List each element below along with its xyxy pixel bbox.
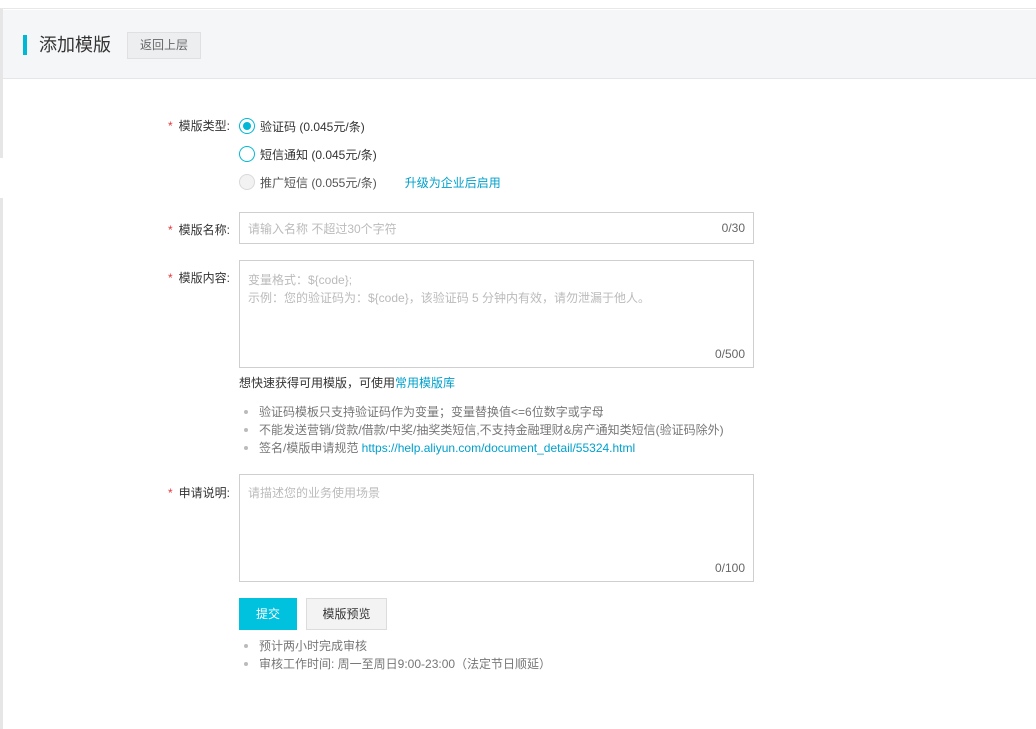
radio-unchecked-icon[interactable] — [239, 146, 255, 162]
application-desc-textarea[interactable]: 请描述您的业务使用场景 0/100 — [239, 474, 754, 582]
template-type-label: * 模版类型: — [0, 117, 230, 134]
hint-text: 想快速获得可用模版，可使用 — [239, 376, 396, 390]
help-doc-link[interactable]: https://help.aliyun.com/document_detail/… — [362, 441, 636, 455]
required-mark: * — [167, 486, 173, 500]
template-name-label: * 模版名称: — [0, 221, 230, 238]
application-desc-counter: 0/100 — [714, 561, 745, 575]
template-name-label-text: 模版名称: — [178, 223, 230, 237]
template-content-label: * 模版内容: — [0, 269, 230, 286]
template-library-hint: 想快速获得可用模版，可使用常用模版库 — [239, 374, 455, 391]
list-item: 不能发送营销/贷款/借款/中奖/抽奖类短信,不支持金融理财&房产通知类短信(验证… — [244, 421, 724, 439]
preview-button[interactable]: 模版预览 — [306, 598, 387, 630]
list-item: 审核工作时间: 周一至周日9:00-23:00（法定节日顺延） — [244, 655, 551, 673]
template-content-textarea[interactable]: 变量格式：${code}; 示例：您的验证码为：${code}，该验证码 5 分… — [239, 260, 754, 368]
required-mark: * — [167, 223, 173, 237]
page-header: 添加模版 返回上层 — [3, 10, 1036, 79]
radio-option-sms-code[interactable]: 验证码 (0.045元/条) — [239, 117, 365, 135]
back-button[interactable]: 返回上层 — [127, 32, 201, 59]
template-type-label-text: 模版类型: — [178, 119, 230, 133]
radio-label: 推广短信 (0.055元/条) — [260, 175, 377, 190]
application-desc-label: * 申请说明: — [0, 484, 230, 501]
list-item: 预计两小时完成审核 — [244, 637, 551, 655]
rule-text: 签名/模版申请规范 — [259, 441, 362, 455]
submit-button[interactable]: 提交 — [239, 598, 297, 630]
application-desc-label-text: 申请说明: — [178, 486, 230, 500]
radio-label: 验证码 (0.045元/条) — [260, 119, 365, 134]
upgrade-link[interactable]: 升级为企业后启用 — [405, 174, 501, 191]
rule-text: 验证码模板只支持验证码作为变量；变量替换值<=6位数字或字母 — [259, 405, 604, 419]
required-mark: * — [167, 271, 173, 285]
radio-checked-icon[interactable] — [239, 118, 255, 134]
list-item: 验证码模板只支持验证码作为变量；变量替换值<=6位数字或字母 — [244, 403, 724, 421]
required-mark: * — [167, 119, 173, 133]
template-library-link[interactable]: 常用模版库 — [395, 376, 455, 390]
radio-option-promotion: 推广短信 (0.055元/条) 升级为企业后启用 — [239, 173, 501, 191]
template-content-placeholder: 变量格式：${code}; 示例：您的验证码为：${code}，该验证码 5 分… — [248, 273, 651, 305]
content-rules-list: 验证码模板只支持验证码作为变量；变量替换值<=6位数字或字母 不能发送营销/贷款… — [244, 403, 724, 457]
template-name-placeholder: 请输入名称 不超过30个字符 — [248, 222, 397, 236]
template-name-counter: 0/30 — [721, 221, 745, 235]
title-accent-bar — [23, 35, 27, 55]
template-name-input[interactable]: 请输入名称 不超过30个字符 0/30 — [239, 212, 754, 244]
radio-option-notification[interactable]: 短信通知 (0.045元/条) — [239, 145, 377, 163]
review-notes-list: 预计两小时完成审核 审核工作时间: 周一至周日9:00-23:00（法定节日顺延… — [244, 637, 551, 673]
application-desc-placeholder: 请描述您的业务使用场景 — [248, 486, 381, 500]
radio-label: 短信通知 (0.045元/条) — [260, 147, 377, 162]
list-item: 签名/模版申请规范 https://help.aliyun.com/docume… — [244, 439, 724, 457]
radio-disabled-icon — [239, 174, 255, 190]
template-content-label-text: 模版内容: — [178, 271, 230, 285]
top-border — [0, 0, 1036, 9]
page-title: 添加模版 — [39, 35, 111, 55]
rule-text: 不能发送营销/贷款/借款/中奖/抽奖类短信,不支持金融理财&房产通知类短信(验证… — [259, 423, 724, 437]
template-content-counter: 0/500 — [714, 347, 745, 361]
